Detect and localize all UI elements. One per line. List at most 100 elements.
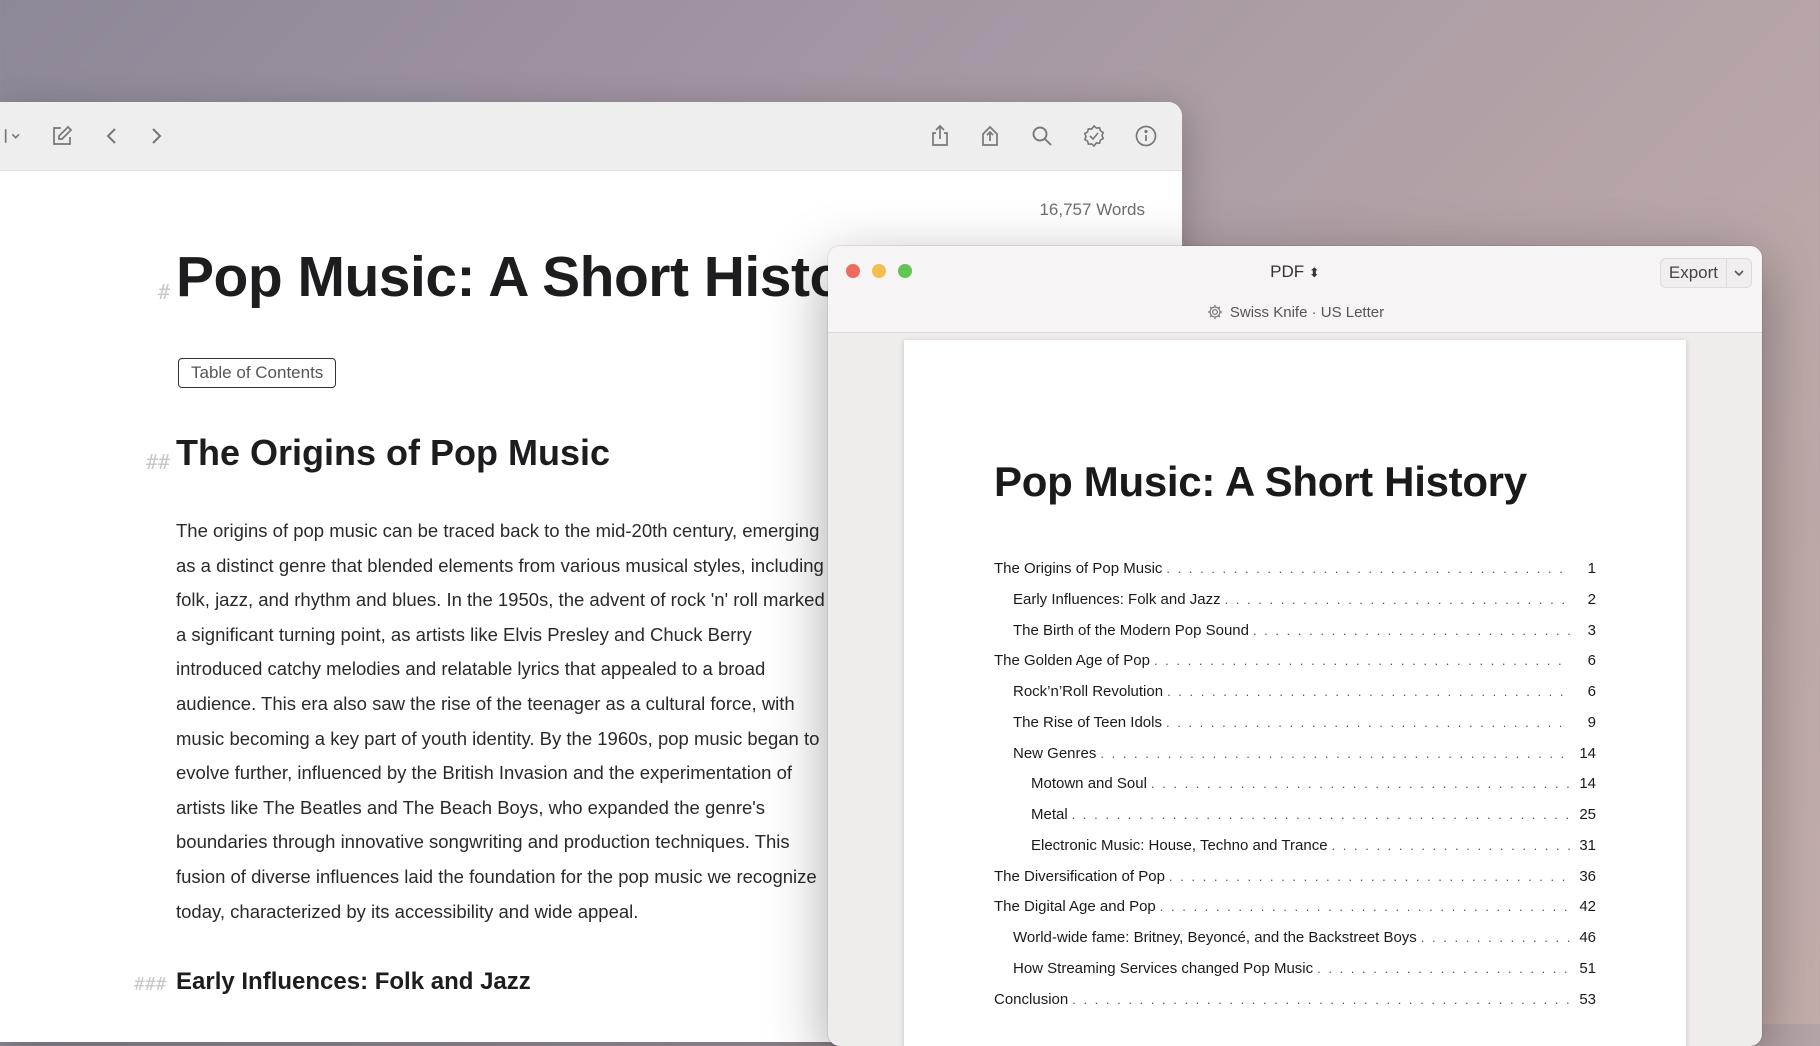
info-icon[interactable] <box>1132 122 1160 150</box>
toc-leader-dots <box>1072 807 1570 822</box>
publish-icon[interactable] <box>976 122 1004 150</box>
paragraph-line: folk, jazz, and rhythm and blues. In the… <box>176 589 825 611</box>
heading-early-influences[interactable]: Early Influences: Folk and Jazz <box>176 968 531 996</box>
h1-markdown-marker: # <box>158 280 171 304</box>
back-icon[interactable] <box>98 122 126 150</box>
export-button[interactable]: Export <box>1661 259 1727 287</box>
h2-markdown-marker: ## <box>146 450 171 474</box>
body-paragraph[interactable]: The origins of pop music can be traced b… <box>176 514 896 929</box>
toc-leader-dots <box>1253 623 1570 638</box>
toc-entry: The Digital Age and Pop 42 <box>994 898 1596 929</box>
paragraph-line: artists like The Beatles and The Beach B… <box>176 796 766 818</box>
checkmark-seal-icon[interactable] <box>1080 122 1108 150</box>
toc-entry-label: The Rise of Teen Idols <box>1013 713 1162 731</box>
toc-entry-page: 3 <box>1587 621 1596 639</box>
toc-entry: Rock’n’Roll Revolution 6 <box>994 683 1596 714</box>
export-menu-button[interactable] <box>1727 259 1751 287</box>
gear-icon <box>1207 304 1223 320</box>
toc-entry-page: 14 <box>1579 744 1596 762</box>
format-select-value: PDF <box>1270 262 1305 281</box>
paragraph-line: fusion of diverse influences laid the fo… <box>176 865 817 887</box>
toc-entry-label: Electronic Music: House, Techno and Tran… <box>1031 836 1328 854</box>
toc-entry: Electronic Music: House, Techno and Tran… <box>994 837 1596 868</box>
toc-leader-dots <box>1166 561 1570 576</box>
toc-leader-dots <box>1421 930 1570 945</box>
paragraph-line: music becoming a key part of youth ident… <box>176 727 820 749</box>
up-down-chevron-icon: ⬍ <box>1308 265 1320 280</box>
toc-entry-label: Rock’n’Roll Revolution <box>1013 683 1164 700</box>
toc-entry-page: 9 <box>1587 713 1596 731</box>
toc-entry-page: 53 <box>1579 990 1596 1008</box>
document-title[interactable]: Pop Music: A Short History <box>176 244 897 310</box>
toc-leader-dots <box>1166 715 1570 730</box>
toc-entry-label: The Diversification of Pop <box>994 867 1165 885</box>
toc-leader-dots <box>1072 992 1570 1007</box>
toc-entry-page: 1 <box>1587 560 1596 577</box>
toc-leader-dots <box>1167 684 1570 699</box>
toc-leader-dots <box>1160 899 1570 914</box>
share-icon[interactable] <box>926 122 954 150</box>
toc-entry-page: 25 <box>1579 806 1596 823</box>
toc-entry-page: 14 <box>1579 775 1596 793</box>
paragraph-line: boundaries through innovative songwritin… <box>176 831 790 853</box>
format-select[interactable]: PDF ⬍ <box>828 262 1762 282</box>
toc-entry: The Origins of Pop Music 1 <box>994 560 1596 591</box>
toc-leader-dots <box>1169 869 1570 884</box>
toc-entry-label: The Birth of the Modern Pop Sound <box>1013 621 1249 639</box>
toc-leader-dots <box>1100 746 1570 761</box>
template-label: Swiss Knife · US Letter <box>1229 303 1385 321</box>
pdf-page-title: Pop Music: A Short History <box>994 458 1527 505</box>
table-of-contents-button[interactable]: Table of Contents <box>178 358 337 388</box>
toc-entry-label: World-wide fame: Britney, Beyoncé, and t… <box>1013 929 1417 946</box>
paragraph-line: a significant turning point, as artists … <box>176 623 752 645</box>
paragraph-line: The origins of pop music can be traced b… <box>176 520 820 541</box>
toc-entry: The Rise of Teen Idols 9 <box>994 714 1596 745</box>
toc-entry: The Diversification of Pop 36 <box>994 868 1596 899</box>
chevron-down-icon[interactable] <box>4 122 24 150</box>
toc-leader-dots <box>1317 961 1570 976</box>
toc-entry: How Streaming Services changed Pop Music… <box>994 960 1596 991</box>
compose-icon[interactable] <box>48 122 76 150</box>
toc-entry-page: 42 <box>1579 898 1596 916</box>
chevron-down-icon <box>1734 270 1744 277</box>
heading-origins[interactable]: The Origins of Pop Music <box>176 432 610 474</box>
toc-leader-dots <box>1332 838 1570 853</box>
toc-entry: Early Influences: Folk and Jazz 2 <box>994 591 1596 622</box>
toc-entry: The Golden Age of Pop 6 <box>994 652 1596 683</box>
toc-entry: Motown and Soul 14 <box>994 775 1596 806</box>
toc-entry-label: Early Influences: Folk and Jazz <box>1013 590 1221 608</box>
toc-entry-label: Conclusion <box>994 990 1069 1008</box>
toc-leader-dots <box>1225 592 1570 607</box>
toc-leader-dots <box>1154 653 1570 668</box>
toc-entry: Conclusion 53 <box>994 991 1596 1022</box>
toc-entry: New Genres 14 <box>994 745 1596 776</box>
forward-icon[interactable] <box>142 122 170 150</box>
toc-entry-label: The Golden Age of Pop <box>994 652 1150 670</box>
toc-entry-page: 6 <box>1587 652 1596 670</box>
toc-entry: World-wide fame: Britney, Beyoncé, and t… <box>994 929 1596 960</box>
editor-toolbar <box>0 102 1182 171</box>
preview-titlebar: PDF ⬍ Export Swiss Knife · US Letter <box>828 246 1762 333</box>
paragraph-line: introduced catchy melodies and relatable… <box>176 658 766 680</box>
toc-entry: The Birth of the Modern Pop Sound 3 <box>994 622 1596 653</box>
toc-entry-page: 6 <box>1587 683 1596 700</box>
template-selector[interactable]: Swiss Knife · US Letter <box>828 303 1762 321</box>
paragraph-line: evolve further, influenced by the Britis… <box>176 762 793 784</box>
toc-entry-page: 31 <box>1579 836 1596 854</box>
search-icon[interactable] <box>1028 122 1056 150</box>
toc-entry-label: The Digital Age and Pop <box>994 898 1156 916</box>
word-count[interactable]: 16,757 Words <box>1039 200 1145 220</box>
toc-entry-page: 46 <box>1579 929 1596 946</box>
h3-markdown-marker: ### <box>134 974 167 995</box>
toc-entry-label: Metal <box>1031 806 1068 823</box>
pdf-page: Pop Music: A Short History The Origins o… <box>904 340 1686 1046</box>
toc-entry-label: New Genres <box>1013 744 1097 762</box>
toc-entry-page: 51 <box>1579 959 1596 977</box>
export-control: Export <box>1659 258 1752 288</box>
paragraph-line: audience. This era also saw the rise of … <box>176 692 795 714</box>
export-preview-window: PDF ⬍ Export Swiss Knife · US Letter Pop… <box>828 246 1762 1046</box>
toc-entry-label: The Origins of Pop Music <box>994 560 1163 577</box>
paragraph-line: today, characterized by its accessibilit… <box>176 900 639 922</box>
toc-leader-dots <box>1151 776 1570 791</box>
toc-entry-page: 36 <box>1579 867 1596 885</box>
